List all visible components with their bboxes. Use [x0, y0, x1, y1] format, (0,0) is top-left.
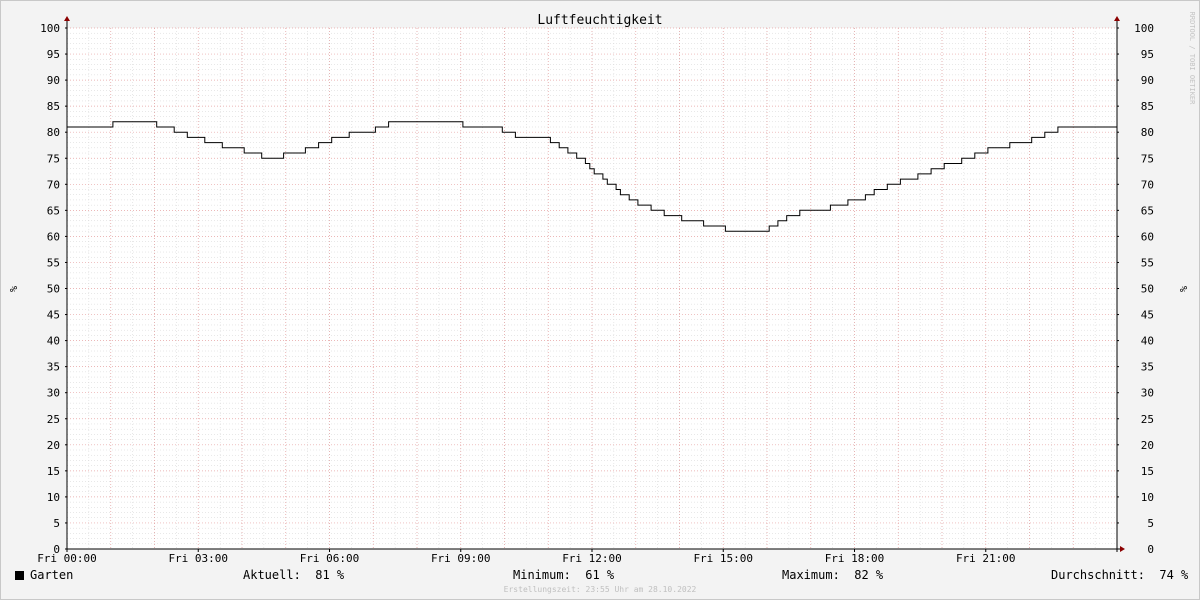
- y-tick-label-right: 85: [1141, 100, 1154, 113]
- legend-average-label: Durchschnitt:: [1051, 568, 1145, 582]
- y-tick-label: 40: [47, 335, 60, 348]
- y-axis-arrow-left: [64, 16, 70, 21]
- y-tick-label: 10: [47, 491, 60, 504]
- y-tick-label: 100: [40, 22, 60, 35]
- y-tick-label: 55: [47, 256, 60, 269]
- x-axis: Fri 00:00 Fri 03:00 Fri 06:00 Fri 09:00 Fri …: [37, 549, 1016, 565]
- y-tick-label-right: 20: [1141, 439, 1154, 452]
- y-tick-label-right: 40: [1141, 335, 1154, 348]
- y-tick-label-right: 30: [1141, 387, 1154, 400]
- legend-series: Garten: [15, 568, 73, 582]
- legend-maximum-label: Maximum:: [782, 568, 840, 582]
- legend-current: Aktuell: 81 %: [243, 568, 344, 582]
- y-axis-label-left: %: [7, 286, 18, 292]
- y-tick-label: 30: [47, 387, 60, 400]
- legend-current-value: 81 %: [315, 568, 345, 582]
- y-tick-label-right: 80: [1141, 126, 1154, 139]
- y-axis-right: 0 5 10 15 20 25 30 35 40 45 50 55 60 65 70 75 80 85 90 95 10…: [1117, 22, 1154, 556]
- y-tick-label-right: 0: [1147, 543, 1154, 556]
- y-tick-label-right: 70: [1141, 178, 1154, 191]
- humidity-chart: 0 5 10 15 20 25 30 35 40 45 50 55 60 65 70 75 80 85 90 95 10…: [7, 12, 1196, 565]
- legend-current-label: Aktuell:: [243, 568, 301, 582]
- y-tick-label-right: 75: [1141, 152, 1154, 165]
- y-tick-label-right: 100: [1134, 22, 1154, 35]
- y-tick-label: 75: [47, 152, 60, 165]
- y-tick-label: 25: [47, 413, 60, 426]
- y-tick-label: 80: [47, 126, 60, 139]
- y-tick-label: 35: [47, 361, 60, 374]
- y-tick-label: 95: [47, 48, 60, 61]
- creation-time: Erstellungszeit: 23:55 Uhr am 28.10.2022: [503, 585, 697, 594]
- y-axis-label-right: %: [1177, 286, 1188, 292]
- x-axis-arrow: [1120, 546, 1125, 552]
- x-tick-label: Fri 09:00: [431, 552, 491, 565]
- chart-title: Luftfeuchtigkeit: [537, 13, 662, 28]
- x-tick-label: Fri 15:00: [693, 552, 753, 565]
- legend-swatch: [15, 571, 24, 580]
- y-axis-arrow-right: [1114, 16, 1120, 21]
- y-axis-left: 0510152025303540455055606570758085909510…: [40, 22, 67, 556]
- y-tick-label-right: 35: [1141, 361, 1154, 374]
- y-tick-label: 20: [47, 439, 60, 452]
- y-tick-label-right: 15: [1141, 465, 1154, 478]
- x-tick-label: Fri 00:00: [37, 552, 97, 565]
- legend-minimum-label: Minimum:: [513, 568, 571, 582]
- legend-average: Durchschnitt: 74 %: [1051, 568, 1188, 582]
- y-tick-label: 15: [47, 465, 60, 478]
- y-tick-label: 65: [47, 204, 60, 217]
- legend-series-name: Garten: [30, 568, 74, 582]
- y-tick-label-right: 90: [1141, 74, 1154, 87]
- legend-minimum: Minimum: 61 %: [513, 568, 614, 582]
- y-tick-label: 60: [47, 230, 60, 243]
- y-tick-label: 85: [47, 100, 60, 113]
- y-tick-label-right: 5: [1147, 517, 1154, 530]
- legend-maximum-value: 82 %: [854, 568, 884, 582]
- y-tick-label: 70: [47, 178, 60, 191]
- y-tick-label-right: 60: [1141, 230, 1154, 243]
- watermark: RRDTOOL / TOBI OETIKER: [1188, 12, 1196, 106]
- y-tick-label: 45: [47, 309, 60, 322]
- y-tick-label-right: 55: [1141, 256, 1154, 269]
- legend-maximum: Maximum: 82 %: [782, 568, 883, 582]
- x-tick-label: Fri 03:00: [168, 552, 228, 565]
- y-tick-label-right: 95: [1141, 48, 1154, 61]
- y-tick-label-right: 65: [1141, 204, 1154, 217]
- legend-average-value: 74 %: [1159, 568, 1189, 582]
- x-tick-label: Fri 21:00: [956, 552, 1016, 565]
- y-tick-label-right: 50: [1141, 283, 1154, 296]
- x-tick-label: Fri 12:00: [562, 552, 622, 565]
- y-tick-label-right: 10: [1141, 491, 1154, 504]
- y-tick-label-right: 45: [1141, 309, 1154, 322]
- y-tick-label: 90: [47, 74, 60, 87]
- y-tick-label-right: 25: [1141, 413, 1154, 426]
- y-tick-label: 5: [53, 517, 60, 530]
- y-tick-label: 50: [47, 283, 60, 296]
- legend-minimum-value: 61 %: [585, 568, 615, 582]
- x-tick-label: Fri 18:00: [825, 552, 885, 565]
- x-tick-label: Fri 06:00: [300, 552, 360, 565]
